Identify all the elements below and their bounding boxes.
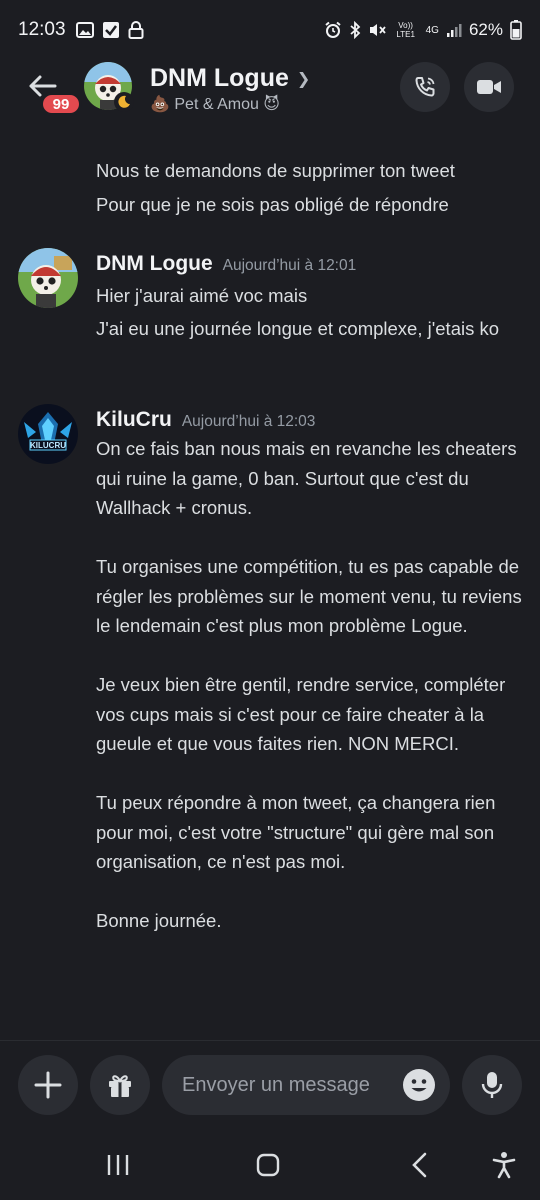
recent-apps-icon (107, 1155, 129, 1175)
status-time: 12:03 (18, 19, 66, 40)
volte-indicator: Vo)) LTE1 (396, 21, 415, 39)
channel-title[interactable]: DNM Logue ❯ (150, 64, 310, 93)
system-back-button[interactable] (400, 1148, 440, 1182)
message-text: On ce fais ban nous mais en revanche les… (96, 438, 522, 931)
video-camera-icon (477, 80, 501, 94)
chevron-left-icon (412, 1152, 427, 1178)
channel-header: 99 DNM Logue ❯ 💩 Pet & Amou 😈 (0, 60, 540, 120)
video-call-button[interactable] (464, 62, 514, 112)
voice-message-button[interactable] (462, 1055, 522, 1115)
system-navigation-bar (0, 1130, 540, 1200)
timestamp: Aujourd’hui à 12:01 (222, 257, 357, 274)
emoji-face-icon (403, 1069, 435, 1101)
avatar[interactable] (18, 248, 78, 308)
battery-icon (510, 20, 522, 40)
timestamp: Aujourd’hui à 12:03 (181, 413, 316, 430)
author-name[interactable]: KiluCru (96, 408, 172, 432)
gift-icon (109, 1075, 131, 1097)
accessibility-icon (492, 1152, 516, 1179)
gift-button[interactable] (90, 1055, 150, 1115)
home-button[interactable] (248, 1148, 288, 1182)
plus-icon (34, 1071, 62, 1099)
alarm-icon (324, 21, 342, 39)
attach-button[interactable] (18, 1055, 78, 1115)
home-icon (256, 1153, 280, 1177)
mute-icon (368, 21, 386, 39)
message-text: J'ai eu une journée longue et complexe, … (96, 318, 500, 339)
signal-icon (446, 22, 462, 38)
message-header: DNM Logue Aujourd’hui à 12:01 (96, 252, 356, 276)
avatar[interactable]: KILUCRU (18, 404, 78, 464)
battery-percent: 62% (468, 20, 503, 39)
gallery-notification-icon (75, 22, 94, 38)
unread-badge: 99 (40, 92, 82, 116)
message-text: Hier j'aurai aimé voc mais (96, 285, 308, 306)
channel-subtitle: 💩 Pet & Amou 😈 (150, 96, 280, 113)
message-input-pill[interactable] (162, 1055, 450, 1115)
idle-status-icon (114, 92, 134, 112)
emoji-button[interactable] (402, 1068, 436, 1102)
author-name[interactable]: DNM Logue (96, 252, 213, 276)
recent-apps-button[interactable] (98, 1148, 138, 1182)
message-header: KiluCru Aujourd’hui à 12:03 (96, 408, 315, 432)
microphone-icon (481, 1072, 503, 1098)
message-text: Nous te demandons de supprimer ton tweet (96, 160, 455, 181)
message-input[interactable] (182, 1073, 392, 1097)
check-notification-icon (102, 21, 120, 39)
accessibility-button[interactable] (484, 1148, 524, 1182)
lock-notification-icon (128, 21, 144, 39)
status-bar: 12:03 Vo)) LTE1 4G 62% (0, 0, 540, 60)
bluetooth-icon (349, 21, 361, 39)
phone-icon (415, 77, 435, 97)
chevron-right-icon: ❯ (296, 70, 311, 88)
message-text: Pour que je ne sois pas obligé de répond… (96, 194, 449, 215)
message-composer (0, 1040, 540, 1140)
svg-text:KILUCRU: KILUCRU (30, 441, 66, 450)
channel-name: DNM Logue (150, 64, 289, 92)
network-type: 4G (425, 24, 439, 36)
voice-call-button[interactable] (400, 62, 450, 112)
